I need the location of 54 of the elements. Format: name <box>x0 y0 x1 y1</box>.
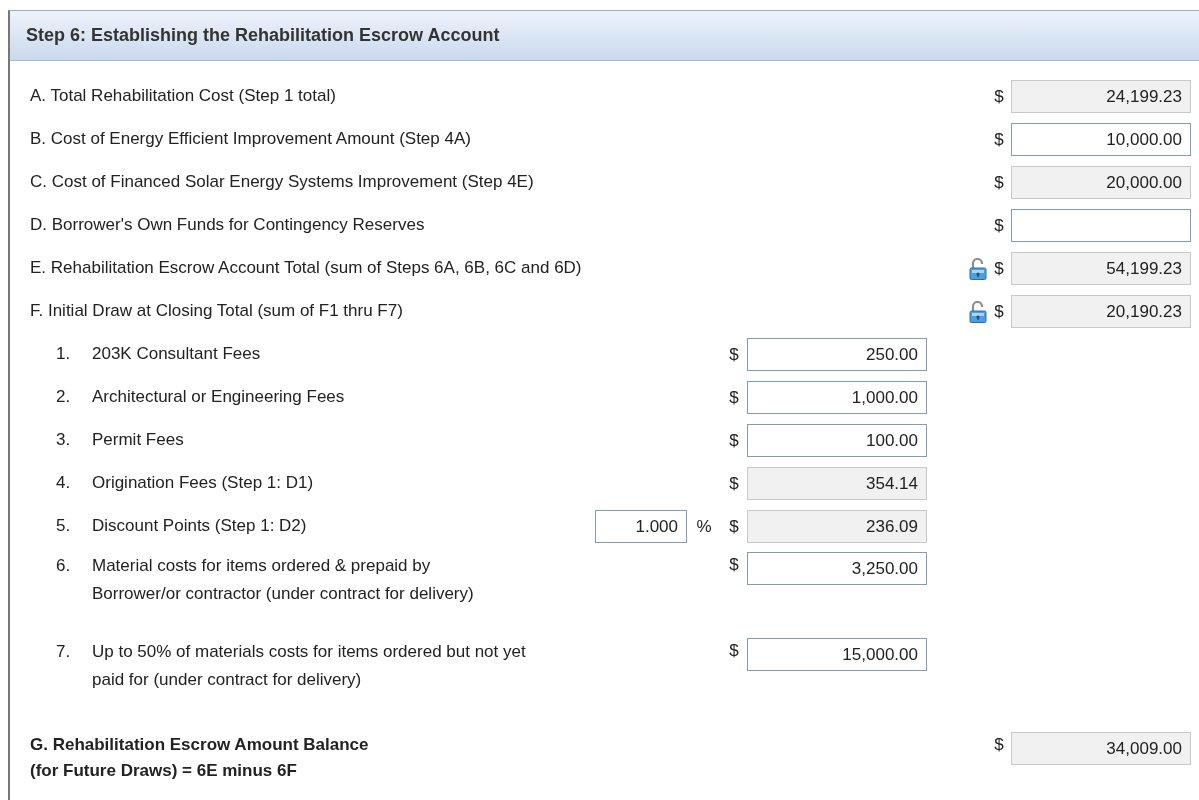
field-label: A. Total Rehabilitation Cost (Step 1 total) <box>30 85 337 108</box>
field-label: Architectural or Engineering Fees <box>92 386 345 409</box>
amount-field[interactable] <box>1011 209 1191 242</box>
currency-sign: $ <box>728 429 740 452</box>
item-number: 1. <box>56 343 72 366</box>
currency-sign: $ <box>993 257 1005 280</box>
field-label: G. Rehabilitation Escrow Amount Balance (for Future Draws) = 6E minus 6F <box>30 734 370 783</box>
amount-field[interactable]: 1,000.00 <box>747 381 927 414</box>
unlocked-padlock-icon[interactable] <box>969 257 987 280</box>
field-label: E. Rehabilitation Escrow Account Total (sum of Steps 6A, 6B, 6C and 6D) <box>30 257 583 280</box>
currency-sign: $ <box>728 554 740 576</box>
currency-sign: $ <box>993 300 1005 323</box>
field-label: 203K Consultant Fees <box>92 343 261 366</box>
item-number: 5. <box>56 515 72 538</box>
field-label: F. Initial Draw at Closing Total (sum of F1 thru F7) <box>30 300 404 323</box>
panel-title: Step 6: Establishing the Rehabilitation Escrow Account <box>10 11 1199 61</box>
readonly-amount-field[interactable]: 24,199.23 <box>1011 80 1191 113</box>
readonly-amount-field[interactable]: 20,190.23 <box>1011 295 1191 328</box>
item-number: 6. <box>56 555 72 577</box>
field-label: Material costs for items ordered & prepaid by Borrower/or contractor (under contract for delivery) <box>92 555 474 606</box>
item-number: 2. <box>56 386 72 409</box>
readonly-amount-field[interactable]: 236.09 <box>747 510 927 543</box>
field-label: B. Cost of Energy Efficient Improvement Amount (Step 4A) <box>30 128 472 151</box>
currency-sign: $ <box>728 343 740 366</box>
currency-sign: $ <box>728 515 740 538</box>
field-label: D. Borrower's Own Funds for Contingency Reserves <box>30 214 426 237</box>
amount-field[interactable]: 15,000.00 <box>747 638 927 671</box>
currency-sign: $ <box>728 640 740 662</box>
currency-sign: $ <box>993 734 1005 756</box>
currency-sign: $ <box>728 386 740 409</box>
currency-sign: $ <box>728 472 740 495</box>
field-label: Origination Fees (Step 1: D1) <box>92 472 314 495</box>
currency-sign: $ <box>993 128 1005 151</box>
unlocked-padlock-icon[interactable] <box>969 300 987 323</box>
readonly-amount-field[interactable]: 34,009.00 <box>1011 732 1191 765</box>
field-label: C. Cost of Financed Solar Energy Systems Improvement (Step 4E) <box>30 171 535 194</box>
currency-sign: $ <box>993 171 1005 194</box>
percent-field[interactable]: 1.000 <box>595 510 687 543</box>
readonly-amount-field[interactable]: 20,000.00 <box>1011 166 1191 199</box>
amount-field[interactable]: 250.00 <box>747 338 927 371</box>
currency-sign: $ <box>993 85 1005 108</box>
item-number: 3. <box>56 429 72 452</box>
item-number: 7. <box>56 641 72 663</box>
item-number: 4. <box>56 472 72 495</box>
field-label: Discount Points (Step 1: D2) <box>92 515 307 538</box>
amount-field[interactable]: 10,000.00 <box>1011 123 1191 156</box>
readonly-amount-field[interactable]: 54,199.23 <box>1011 252 1191 285</box>
currency-sign: $ <box>993 214 1005 237</box>
amount-field[interactable]: 3,250.00 <box>747 552 927 585</box>
amount-field[interactable]: 100.00 <box>747 424 927 457</box>
percent-sign: % <box>695 515 713 538</box>
readonly-amount-field[interactable]: 354.14 <box>747 467 927 500</box>
field-label: Up to 50% of materials costs for items ordered but not yet paid for (under contract for delivery) <box>92 641 526 692</box>
field-label: Permit Fees <box>92 429 184 452</box>
